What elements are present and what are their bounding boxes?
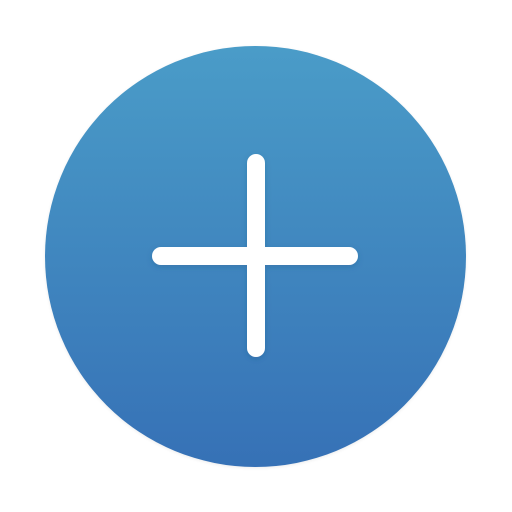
add-button[interactable]: [45, 46, 466, 467]
plus-icon: [152, 154, 358, 357]
icon-canvas: [0, 0, 512, 512]
